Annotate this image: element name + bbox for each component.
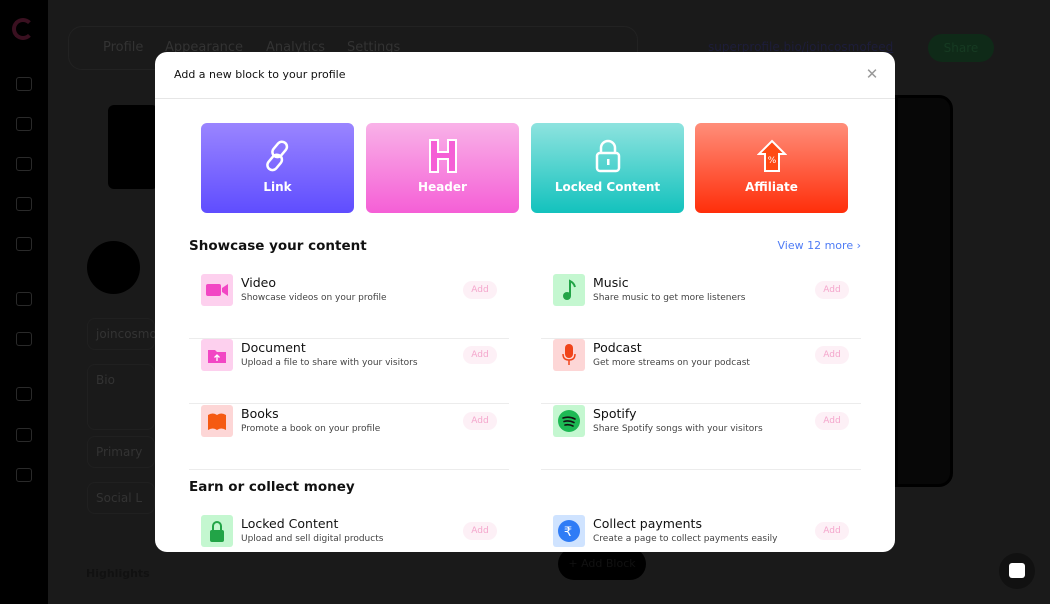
item-description: Get more streams on your podcast	[593, 358, 750, 368]
item-description: Upload and sell digital products	[241, 534, 384, 544]
header-h-icon	[428, 139, 457, 173]
receipt-icon[interactable]	[16, 237, 32, 251]
chat-icon	[1009, 563, 1025, 578]
video-icon	[206, 284, 228, 296]
tile-label: Locked Content	[554, 180, 661, 194]
tile-locked-content[interactable]: Locked Content	[531, 123, 684, 213]
showcase-section-title: Showcase your content	[189, 238, 367, 254]
phone-preview	[895, 95, 953, 487]
sidebar	[0, 0, 48, 604]
music-note-icon	[563, 279, 576, 300]
spotify-icon	[558, 410, 580, 432]
view-more-link[interactable]: View 12 more ›	[778, 239, 862, 252]
highlights-label: Highlights	[86, 567, 150, 580]
modal-title: Add a new block to your profile	[174, 68, 346, 81]
add-block-button[interactable]: + Add Block	[558, 548, 646, 580]
add-button[interactable]: Add	[463, 281, 497, 299]
list-item-podcast: Podcast Get more streams on your podcast…	[541, 339, 861, 404]
list-item-locked-content: Locked Content Upload and sell digital p…	[189, 515, 509, 552]
logout-icon[interactable]	[16, 468, 32, 482]
wallet-icon[interactable]	[16, 292, 32, 306]
tile-header[interactable]: Header	[366, 123, 519, 213]
link-icon	[265, 140, 288, 172]
list-item-collect-payments: ₹ Collect payments Create a page to coll…	[541, 515, 861, 552]
feedback-icon[interactable]	[16, 387, 32, 401]
item-title: Music	[593, 275, 629, 290]
avatar[interactable]	[87, 241, 140, 294]
add-button[interactable]: Add	[815, 346, 849, 364]
primary-links-toggle[interactable]: Primary	[87, 436, 155, 468]
item-title: Locked Content	[241, 516, 339, 531]
item-description: Share Spotify songs with your visitors	[593, 424, 763, 434]
item-description: Upload a file to share with your visitor…	[241, 358, 418, 368]
tile-label: Header	[418, 180, 467, 194]
tile-label: Affiliate	[745, 180, 798, 194]
add-button[interactable]: Add	[815, 281, 849, 299]
app-logo	[12, 18, 34, 40]
add-button[interactable]: Add	[815, 522, 849, 540]
item-description: Showcase videos on your profile	[241, 293, 387, 303]
chevron-right-icon: ›	[856, 239, 861, 252]
earn-section-title: Earn or collect money	[189, 479, 355, 495]
username-field[interactable]: joincosmo	[87, 318, 157, 350]
modal-header: Add a new block to your profile ✕	[155, 52, 895, 99]
item-title: Spotify	[593, 406, 637, 421]
tile-link[interactable]: Link	[201, 123, 354, 213]
rupee-icon: ₹	[558, 520, 580, 542]
item-title: Podcast	[593, 340, 642, 355]
share-button[interactable]: Share	[928, 34, 994, 62]
tile-affiliate[interactable]: % Affiliate	[695, 123, 848, 213]
tile-label: Link	[263, 180, 292, 194]
list-item-music: Music Share music to get more listeners …	[541, 274, 861, 339]
tab-profile[interactable]: Profile	[103, 40, 143, 55]
add-button[interactable]: Add	[463, 522, 497, 540]
item-description: Promote a book on your profile	[241, 424, 381, 434]
home-icon[interactable]	[16, 117, 32, 131]
microphone-icon	[562, 344, 576, 365]
add-button[interactable]: Add	[815, 412, 849, 430]
list-icon[interactable]	[16, 157, 32, 171]
lock-icon	[210, 521, 224, 542]
lock-icon	[595, 139, 620, 173]
list-item-spotify: Spotify Share Spotify songs with your vi…	[541, 405, 861, 470]
bookmark-icon[interactable]	[16, 332, 32, 346]
svg-text:%: %	[767, 156, 776, 166]
add-button[interactable]: Add	[463, 412, 497, 430]
view-more-label: View 12 more	[777, 239, 854, 252]
profile-banner	[108, 105, 158, 189]
list-item-video: Video Showcase videos on your profile Ad…	[189, 274, 509, 339]
item-description: Share music to get more listeners	[593, 293, 746, 303]
svg-text:₹: ₹	[564, 525, 572, 540]
item-title: Collect payments	[593, 516, 702, 531]
item-title: Document	[241, 340, 306, 355]
close-icon[interactable]: ✕	[865, 67, 879, 82]
list-item-document: Document Upload a file to share with you…	[189, 339, 509, 404]
document-upload-icon	[208, 349, 226, 363]
gear-icon[interactable]	[16, 428, 32, 442]
book-icon	[208, 413, 226, 430]
chat-button[interactable]	[999, 553, 1035, 589]
add-block-modal: Add a new block to your profile ✕ Link H…	[155, 52, 895, 552]
home-icon[interactable]	[16, 77, 32, 91]
item-title: Video	[241, 275, 277, 290]
item-title: Books	[241, 406, 279, 421]
analytics-icon[interactable]	[16, 197, 32, 211]
add-button[interactable]: Add	[463, 346, 497, 364]
bio-field[interactable]: Bio	[87, 364, 155, 430]
list-item-books: Books Promote a book on your profile Add	[189, 405, 509, 470]
social-links-toggle[interactable]: Social L	[87, 482, 155, 514]
item-description: Create a page to collect payments easily	[593, 534, 778, 544]
affiliate-arrow-icon: %	[756, 139, 787, 172]
